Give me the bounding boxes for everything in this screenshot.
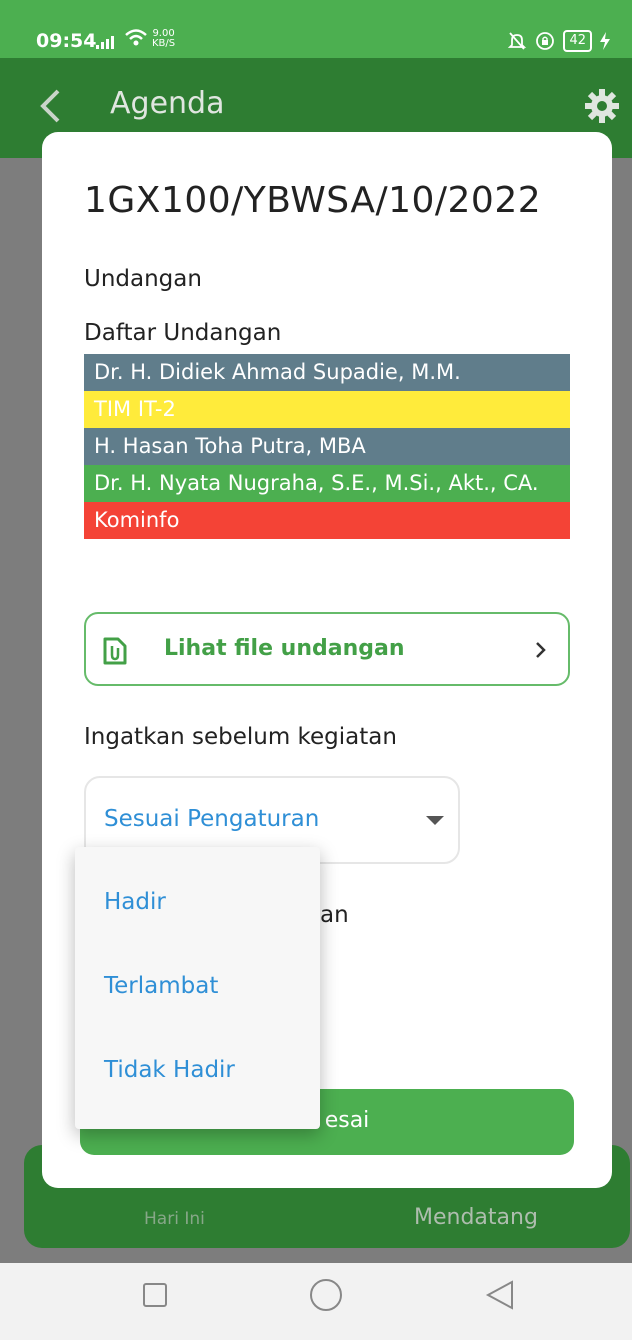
menu-item-hadir[interactable]: Hadir — [104, 889, 166, 915]
chevron-right-icon — [536, 642, 546, 658]
invitee-item: Dr. H. Didiek Ahmad Supadie, M.M. — [84, 354, 570, 391]
network-speed-unit: KB/S — [152, 38, 176, 49]
invitee-list-label: Daftar Undangan — [84, 320, 282, 346]
system-nav-bar — [0, 1263, 632, 1340]
square-nav-icon[interactable] — [143, 1283, 167, 1307]
nav-today-label[interactable]: Hari Ini — [144, 1209, 205, 1229]
invitee-item: TIM IT-2 — [84, 391, 570, 428]
status-time: 09:54 — [36, 30, 97, 52]
reminder-select-value: Sesuai Pengaturan — [104, 806, 320, 832]
view-file-button[interactable]: Lihat file undangan — [84, 612, 570, 686]
attendance-dropdown-menu: Hadir Terlambat Tidak Hadir — [75, 847, 320, 1129]
reminder-label: Ingatkan sebelum kegiatan — [84, 724, 397, 750]
charging-icon — [600, 32, 610, 50]
menu-item-tidak-hadir[interactable]: Tidak Hadir — [104, 1057, 235, 1083]
triangle-back-nav-icon[interactable] — [485, 1279, 515, 1311]
invitee-item: Dr. H. Nyata Nugraha, S.E., M.Si., Akt.,… — [84, 465, 570, 502]
nav-upcoming-label[interactable]: Mendatang — [414, 1205, 538, 1230]
gear-icon[interactable] — [584, 88, 620, 124]
menu-item-terlambat[interactable]: Terlambat — [104, 973, 218, 999]
invitee-item: H. Hasan Toha Putra, MBA — [84, 428, 570, 465]
status-bar: 09:54 9.00 KB/S 42 — [0, 0, 632, 58]
caret-down-icon — [426, 816, 444, 825]
lock-rotation-icon — [536, 32, 555, 50]
battery-level: 42 — [569, 33, 586, 48]
agenda-type: Undangan — [84, 266, 202, 292]
file-attachment-icon — [103, 637, 127, 665]
circle-nav-icon[interactable] — [310, 1279, 342, 1311]
signal-icon — [96, 36, 114, 49]
bell-off-icon — [508, 32, 527, 50]
invitee-item: Kominfo — [84, 502, 570, 539]
view-file-label: Lihat file undangan — [164, 636, 405, 661]
back-arrow-icon[interactable] — [38, 88, 62, 124]
battery-icon: 42 — [563, 30, 592, 52]
invitee-list: Dr. H. Didiek Ahmad Supadie, M.M. TIM IT-… — [84, 354, 570, 539]
dialog-title: 1GX100/YBWSA/10/2022 — [84, 180, 542, 221]
wifi-icon — [125, 29, 147, 46]
network-speed: 9.00 KB/S — [152, 29, 175, 49]
page-title: Agenda — [110, 86, 225, 121]
attendance-label-partial: an — [320, 902, 349, 928]
